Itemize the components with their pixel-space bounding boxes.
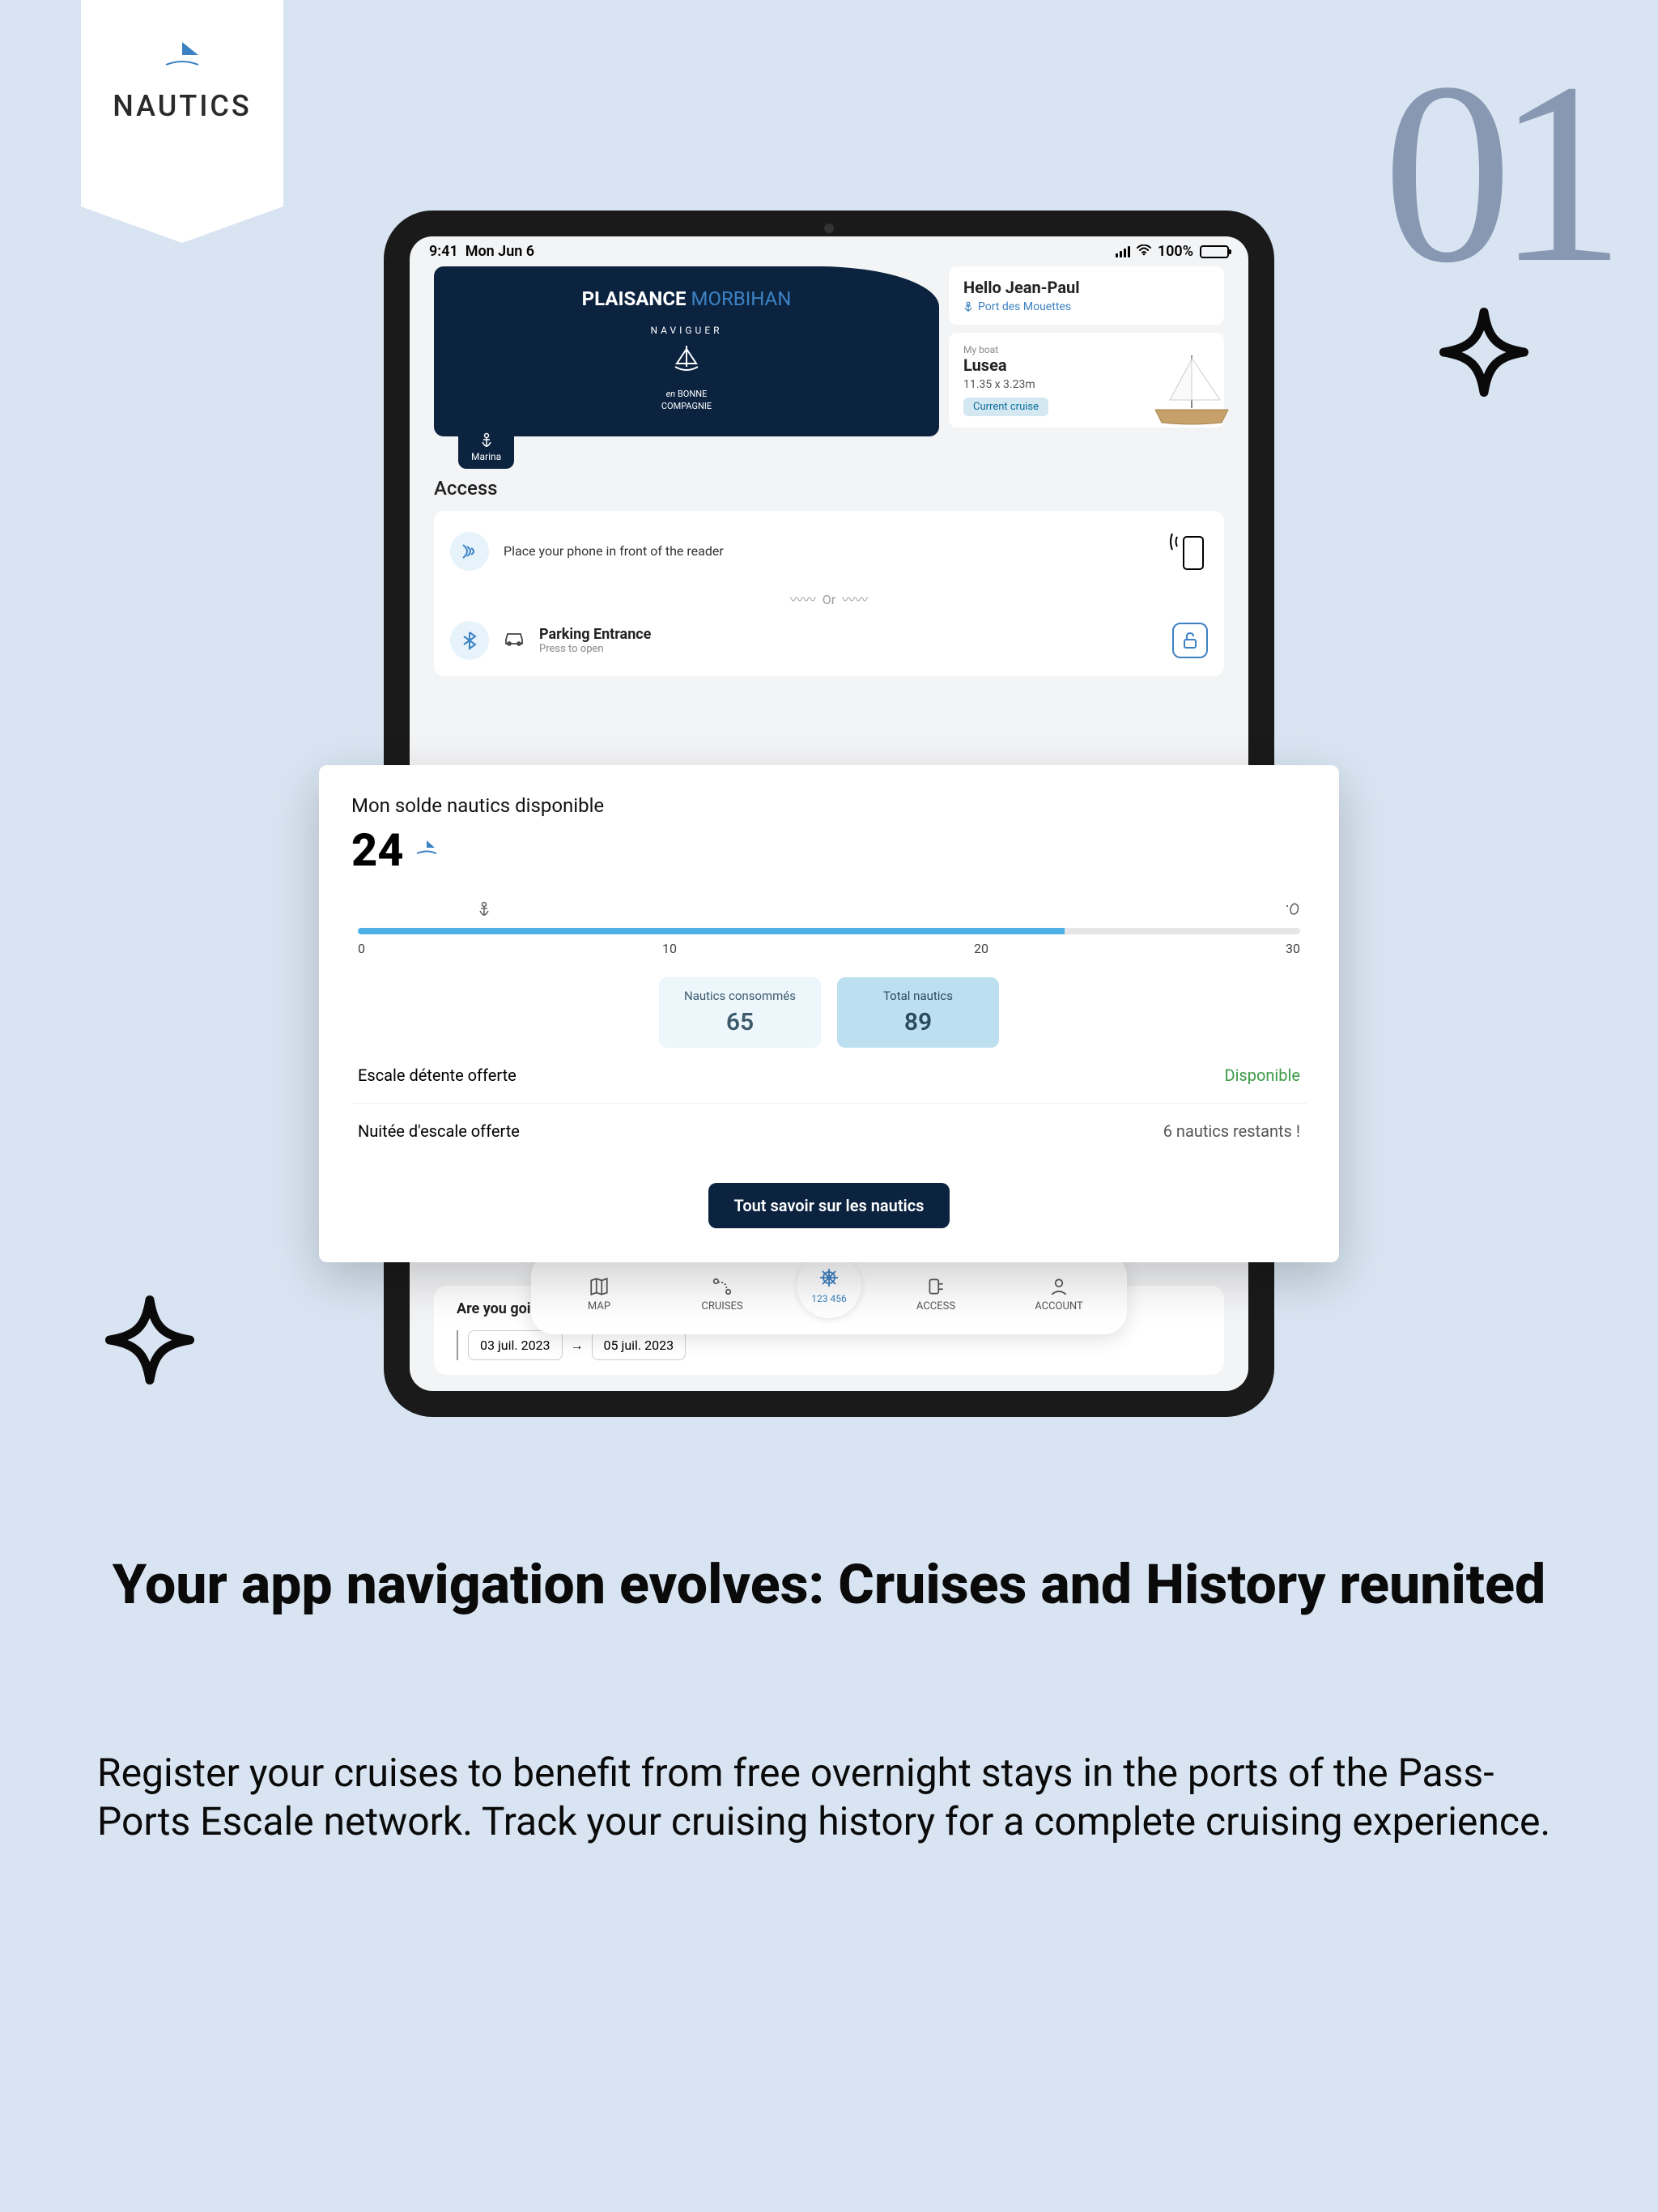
emblem-b2: COMPAGNIE [650, 401, 722, 412]
offer-label: Nuitée d'escale offerte [358, 1121, 520, 1141]
tick-0: 0 [358, 941, 365, 956]
learn-more-button[interactable]: Tout savoir sur les nautics [708, 1183, 950, 1228]
bluetooth-icon [450, 621, 489, 660]
tick-10: 10 [662, 941, 677, 956]
parking-title: Parking Entrance [539, 626, 651, 643]
tab-marina-label: Marina [471, 451, 501, 462]
brand-card: PLAISANCE MORBIHAN NAVIGUER en BONNE COM… [434, 266, 939, 436]
nautics-progress-slider: - 0 10 20 30 [351, 901, 1307, 956]
greeting-text: Hello Jean-Paul [963, 278, 1209, 297]
nav-cruises[interactable]: CRUISES [674, 1276, 771, 1312]
date-start[interactable]: 03 juil. 2023 [468, 1330, 563, 1360]
port-name: Port des Mouettes [978, 300, 1071, 313]
ios-status-bar: 9:41 Mon Jun 6 100% [410, 236, 1248, 266]
access-section: Access Place your phone in front of the … [410, 436, 1248, 676]
sparkle-icon [1439, 308, 1528, 397]
phone-nfc-icon [1167, 527, 1208, 576]
brand-name: PLAISANCE [582, 287, 687, 310]
nautics-logo-icon [415, 840, 438, 861]
nav-center-label: 123 456 [811, 1293, 846, 1304]
unlock-button[interactable] [1172, 623, 1208, 658]
tick-30: 30 [1286, 941, 1300, 956]
emblem-top: NAVIGUER [650, 325, 722, 338]
tab-marina[interactable]: Marina [458, 423, 514, 469]
nautics-logo-icon [158, 40, 206, 73]
cellular-icon [1116, 246, 1130, 257]
date-end[interactable]: 05 juil. 2023 [592, 1330, 687, 1360]
bottom-nav: MAP CRUISES 123 456 ACCESS [531, 1253, 1127, 1334]
balance-value: 24 [351, 823, 404, 877]
brand-suffix: MORBIHAN [691, 287, 791, 310]
nfc-icon [450, 532, 489, 571]
stat-total: Total nautics 89 [837, 977, 999, 1048]
tick-20: 20 [974, 941, 988, 956]
offer-row[interactable]: Escale détente offerte Disponible [351, 1048, 1307, 1104]
arrow-right-icon: → [571, 1338, 584, 1354]
nav-access[interactable]: ACCESS [887, 1276, 984, 1312]
nautics-ribbon: NAUTICS [81, 0, 283, 243]
status-time: 9:41 [429, 243, 458, 260]
page-headline: Your app navigation evolves: Cruises and… [97, 1555, 1561, 1615]
nfc-instruction: Place your phone in front of the reader [504, 543, 724, 559]
nav-map[interactable]: MAP [551, 1276, 648, 1312]
status-battery-text: 100% [1158, 243, 1193, 260]
parking-subtitle: Press to open [539, 643, 651, 655]
ribbon-label: NAUTICS [113, 89, 251, 123]
sparkle-icon [105, 1295, 194, 1385]
boat-card[interactable]: My boat Lusea 11.35 x 3.23m Current crui… [949, 333, 1224, 428]
nav-account[interactable]: ACCOUNT [1010, 1276, 1107, 1312]
battery-icon [1200, 245, 1229, 258]
wifi-icon [1137, 243, 1151, 260]
anchor-icon [479, 432, 494, 449]
ship-wheel-icon [818, 1267, 840, 1293]
emblem-it: en [666, 389, 676, 399]
status-date: Mon Jun 6 [466, 243, 534, 260]
parking-entrance-row[interactable]: Parking Entrance Press to open [450, 621, 1208, 660]
anchor-icon [963, 301, 973, 313]
page-body-text: Register your cruises to benefit from fr… [97, 1749, 1561, 1846]
greeting-card[interactable]: Hello Jean-Paul Port des Mouettes [949, 266, 1224, 325]
sailboat-illustration [1147, 351, 1236, 436]
offer-row[interactable]: Nuitée d'escale offerte 6 nautics restan… [351, 1104, 1307, 1159]
offer-status: 6 nautics restants ! [1163, 1121, 1300, 1141]
nfc-access-row[interactable]: Place your phone in front of the reader [450, 527, 1208, 576]
popup-title: Mon solde nautics disponible [351, 794, 1307, 817]
nav-center-button[interactable]: 123 456 [797, 1253, 861, 1318]
dashboard-header: PLAISANCE MORBIHAN NAVIGUER en BONNE COM… [410, 266, 1248, 436]
stat-consumed: Nautics consommés 65 [659, 977, 821, 1048]
route-icon [712, 1276, 733, 1297]
user-icon [1048, 1276, 1069, 1297]
access-icon [925, 1276, 946, 1297]
emblem-b1: BONNE [678, 389, 707, 399]
moon-icon [1284, 901, 1300, 921]
current-cruise-badge: Current cruise [963, 398, 1048, 416]
anchor-icon [477, 901, 491, 921]
emblem-boat-icon [650, 342, 722, 385]
access-title: Access [434, 477, 1224, 500]
offer-label: Escale détente offerte [358, 1066, 517, 1085]
map-icon [589, 1276, 610, 1297]
offer-status: Disponible [1224, 1066, 1300, 1085]
car-icon [504, 630, 525, 650]
nautics-balance-popup: Mon solde nautics disponible 24 - 0 10 2… [319, 765, 1339, 1262]
page-number: 01 [1383, 24, 1609, 322]
or-divider: 〰〰 Or 〰〰 [450, 589, 1208, 608]
